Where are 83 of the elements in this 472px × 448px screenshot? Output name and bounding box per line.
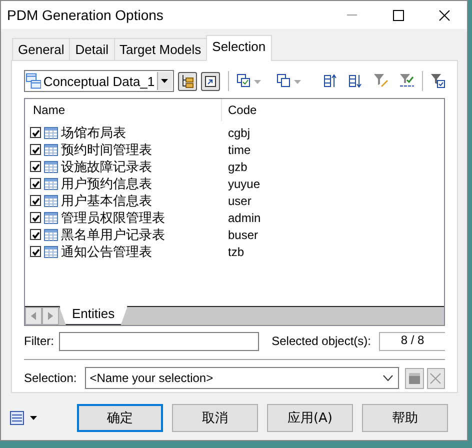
table-icon <box>44 212 58 224</box>
column-header[interactable]: Name <box>25 99 222 121</box>
tree-view-button[interactable] <box>178 72 197 90</box>
check-icon <box>32 230 40 238</box>
dialog-button[interactable]: 应用(A) <box>267 404 353 432</box>
check-icon <box>32 248 40 256</box>
shortcut-icon <box>204 74 217 88</box>
checkbox[interactable] <box>30 144 41 155</box>
entity-name: 场馆布局表 <box>61 124 126 142</box>
entity-code: admin <box>227 210 261 224</box>
checkbox[interactable] <box>30 229 41 240</box>
sheet-tab[interactable]: Entities <box>59 306 128 325</box>
tab[interactable]: Selection <box>206 35 272 61</box>
dialog-button[interactable]: 确定 <box>77 404 163 432</box>
entity-name: 预约时间管理表 <box>61 142 152 158</box>
filter-check-icon[interactable] <box>400 74 414 88</box>
checkbox[interactable] <box>30 161 41 172</box>
selection-label: Selection: <box>24 371 77 385</box>
filter-checkbox-icon[interactable] <box>431 74 445 88</box>
dropdown-chevron-icon <box>383 375 394 381</box>
table-icon <box>44 246 58 258</box>
menu-button[interactable] <box>10 411 37 426</box>
move-up-icon[interactable] <box>324 74 337 88</box>
entity-name: 设施故障记录表 <box>61 158 152 176</box>
shortcut-button[interactable] <box>201 72 220 90</box>
dialog-button[interactable]: 帮助 <box>362 404 448 432</box>
left-arrow-icon <box>31 312 36 320</box>
table-icon <box>44 160 58 172</box>
caret-icon <box>30 416 37 420</box>
tree-view-icon <box>181 74 194 88</box>
table-icon <box>44 194 58 206</box>
table-icon <box>44 126 58 138</box>
entity-code: yuyue <box>227 176 260 190</box>
square-icon <box>408 372 420 384</box>
model-dropdown[interactable]: Conceptual Data_1 <box>24 70 174 92</box>
table-icon <box>44 144 58 156</box>
dialog-button[interactable]: 取消 <box>172 404 258 432</box>
entity-code: buser <box>227 228 258 242</box>
close-icon <box>430 372 442 384</box>
select-all-icon[interactable] <box>237 74 250 88</box>
check-icon <box>32 196 40 204</box>
entity-code: cgbj <box>227 126 250 140</box>
table-icon <box>44 178 58 190</box>
selected-count-field: 8 / 8 <box>379 332 445 350</box>
check-icon <box>32 214 40 222</box>
tab[interactable]: General <box>12 38 70 60</box>
right-arrow-icon <box>48 312 53 320</box>
filter-label: Filter: <box>24 334 54 348</box>
check-icon <box>32 146 40 154</box>
entity-code: gzb <box>227 160 248 174</box>
delete-selection-button[interactable] <box>426 368 446 388</box>
check-icon <box>32 162 40 170</box>
entity-code: user <box>227 194 252 208</box>
close-icon <box>438 10 450 20</box>
save-selection-button[interactable] <box>405 368 424 388</box>
entity-name: 管理员权限管理表 <box>61 210 165 226</box>
column-header[interactable]: Code <box>222 103 257 117</box>
model-icon <box>26 73 42 89</box>
filter-field[interactable] <box>59 332 259 350</box>
entity-name: 黑名单用户记录表 <box>61 226 165 244</box>
maximize-icon <box>392 10 404 20</box>
entity-code: time <box>227 142 251 156</box>
checkbox[interactable] <box>30 246 41 257</box>
deselect-all-icon[interactable] <box>277 74 290 88</box>
table-icon <box>44 228 58 240</box>
list-icon <box>10 411 24 426</box>
move-down-icon[interactable] <box>349 74 362 88</box>
check-icon <box>32 180 40 188</box>
entity-name: 通知公告管理表 <box>61 244 152 260</box>
checkbox[interactable] <box>30 178 41 189</box>
selected-count-label: Selected object(s): <box>272 334 371 348</box>
window-title: PDM Generation Options <box>7 7 164 23</box>
entity-code: tzb <box>227 244 244 258</box>
selection-combo-box[interactable]: <Name your selection> <box>84 367 400 389</box>
check-icon <box>32 128 40 136</box>
tab[interactable]: Target Models <box>114 38 208 60</box>
checkbox[interactable] <box>30 212 41 223</box>
checkbox[interactable] <box>30 195 41 206</box>
filter-edit-icon[interactable] <box>374 74 388 88</box>
entity-name: 用户基本信息表 <box>61 192 152 210</box>
entity-name: 用户预约信息表 <box>61 176 152 192</box>
checkbox[interactable] <box>30 127 41 138</box>
caret-icon <box>161 79 168 83</box>
